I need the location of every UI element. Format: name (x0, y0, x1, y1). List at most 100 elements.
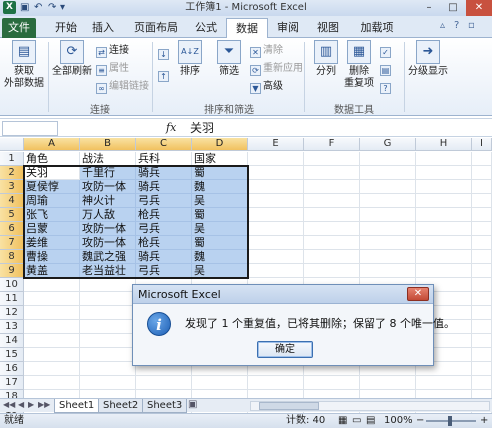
table-cell[interactable] (472, 180, 492, 194)
table-cell[interactable]: 周瑜 (24, 194, 80, 208)
table-cell[interactable] (24, 306, 80, 320)
table-cell[interactable]: 攻防一体 (80, 180, 136, 194)
row-header[interactable]: 5 (0, 208, 24, 222)
select-all-corner[interactable] (0, 138, 24, 151)
table-cell[interactable] (472, 222, 492, 236)
column-header-c[interactable]: C (136, 138, 192, 151)
dialog-title-bar[interactable]: Microsoft Excel ✕ (133, 285, 433, 304)
tab-formulas[interactable]: 公式 (186, 18, 226, 38)
table-cell[interactable] (304, 180, 360, 194)
zoom-level[interactable]: 100% (384, 414, 413, 428)
table-cell[interactable] (248, 236, 304, 250)
table-cell[interactable] (80, 334, 136, 348)
table-cell[interactable]: 姜维 (24, 236, 80, 250)
row-header[interactable]: 8 (0, 250, 24, 264)
row-header[interactable]: 14 (0, 334, 24, 348)
table-cell[interactable] (80, 320, 136, 334)
table-cell[interactable]: 枪兵 (136, 236, 192, 250)
column-header-a[interactable]: A (24, 138, 80, 151)
last-sheet-icon[interactable]: ▶▶ (38, 400, 50, 409)
table-cell[interactable] (472, 250, 492, 264)
table-cell[interactable] (360, 222, 416, 236)
row-header[interactable]: 13 (0, 320, 24, 334)
table-cell[interactable] (360, 250, 416, 264)
table-cell[interactable] (416, 194, 472, 208)
sort-button[interactable]: A↓Z 排序 (176, 40, 204, 78)
table-cell[interactable] (304, 208, 360, 222)
table-cell[interactable]: 老当益壮 (80, 264, 136, 278)
tab-addins[interactable]: 加载项 (352, 18, 402, 38)
table-cell[interactable] (304, 376, 360, 390)
normal-view-icon[interactable]: ▦ (338, 414, 347, 428)
table-cell[interactable] (304, 152, 360, 166)
column-header-i[interactable]: I (472, 138, 492, 151)
column-header-f[interactable]: F (304, 138, 360, 151)
table-cell[interactable]: 战法 (80, 152, 136, 166)
table-cell[interactable] (136, 376, 192, 390)
table-cell[interactable] (248, 376, 304, 390)
table-cell[interactable]: 国家 (192, 152, 248, 166)
filter-button[interactable]: ⏷ 筛选 (214, 40, 244, 78)
table-cell[interactable] (472, 320, 492, 334)
table-cell[interactable]: 弓兵 (136, 264, 192, 278)
table-cell[interactable] (360, 376, 416, 390)
scrollbar-thumb[interactable] (259, 402, 319, 410)
table-cell[interactable]: 攻防一体 (80, 236, 136, 250)
prev-sheet-icon[interactable]: ◀ (18, 400, 24, 409)
ok-button[interactable]: 确定 (257, 341, 313, 358)
table-cell[interactable]: 吴 (192, 264, 248, 278)
name-box[interactable] (2, 121, 58, 136)
table-cell[interactable] (472, 208, 492, 222)
table-cell[interactable] (360, 194, 416, 208)
what-if-analysis-button[interactable]: ? (380, 80, 393, 94)
table-cell[interactable] (472, 376, 492, 390)
row-header[interactable]: 3 (0, 180, 24, 194)
table-cell[interactable] (360, 264, 416, 278)
properties-button[interactable]: ≡ 属性 (96, 62, 129, 76)
connections-button[interactable]: ⇄ 连接 (96, 44, 129, 58)
sheet-tab-sheet1[interactable]: Sheet1 (54, 399, 100, 413)
row-header[interactable]: 11 (0, 292, 24, 306)
table-cell[interactable]: 吕蒙 (24, 222, 80, 236)
table-cell[interactable] (416, 152, 472, 166)
table-cell[interactable] (360, 208, 416, 222)
table-cell[interactable]: 角色 (24, 152, 80, 166)
refresh-all-button[interactable]: ⟳ 全部刷新 (50, 40, 94, 78)
sort-descending-button[interactable]: ↑ (158, 68, 171, 82)
column-header-g[interactable]: G (360, 138, 416, 151)
table-cell[interactable] (360, 166, 416, 180)
table-cell[interactable] (360, 180, 416, 194)
table-cell[interactable] (192, 376, 248, 390)
table-cell[interactable]: 吴 (192, 222, 248, 236)
table-cell[interactable] (248, 264, 304, 278)
table-cell[interactable] (304, 236, 360, 250)
advanced-filter-button[interactable]: ▼ 高级 (250, 80, 283, 94)
table-cell[interactable] (24, 292, 80, 306)
row-header[interactable]: 1 (0, 152, 24, 166)
table-cell[interactable] (80, 348, 136, 362)
row-header[interactable]: 10 (0, 278, 24, 292)
remove-duplicates-button[interactable]: ▦ 删除 重复项 (344, 40, 374, 90)
row-header[interactable]: 16 (0, 362, 24, 376)
table-cell[interactable] (248, 222, 304, 236)
table-cell[interactable]: 黄盖 (24, 264, 80, 278)
table-cell[interactable] (24, 334, 80, 348)
table-cell[interactable] (472, 306, 492, 320)
table-cell[interactable]: 魏 (192, 250, 248, 264)
active-cell[interactable]: 关羽 (24, 166, 80, 180)
workbook-window-controls-icon[interactable]: ▫ (468, 20, 475, 31)
table-cell[interactable]: 骑兵 (136, 166, 192, 180)
table-cell[interactable] (24, 376, 80, 390)
table-cell[interactable]: 攻防一体 (80, 222, 136, 236)
table-cell[interactable] (472, 194, 492, 208)
table-cell[interactable] (304, 250, 360, 264)
table-cell[interactable] (248, 180, 304, 194)
tab-page-layout[interactable]: 页面布局 (126, 18, 186, 38)
reapply-button[interactable]: ⟳ 重新应用 (250, 62, 303, 76)
tab-home[interactable]: 开始 (48, 18, 84, 38)
table-cell[interactable] (24, 320, 80, 334)
table-cell[interactable] (360, 152, 416, 166)
edit-links-button[interactable]: ∞ 编辑链接 (96, 80, 149, 94)
table-cell[interactable]: 魏 (192, 180, 248, 194)
table-cell[interactable] (80, 292, 136, 306)
